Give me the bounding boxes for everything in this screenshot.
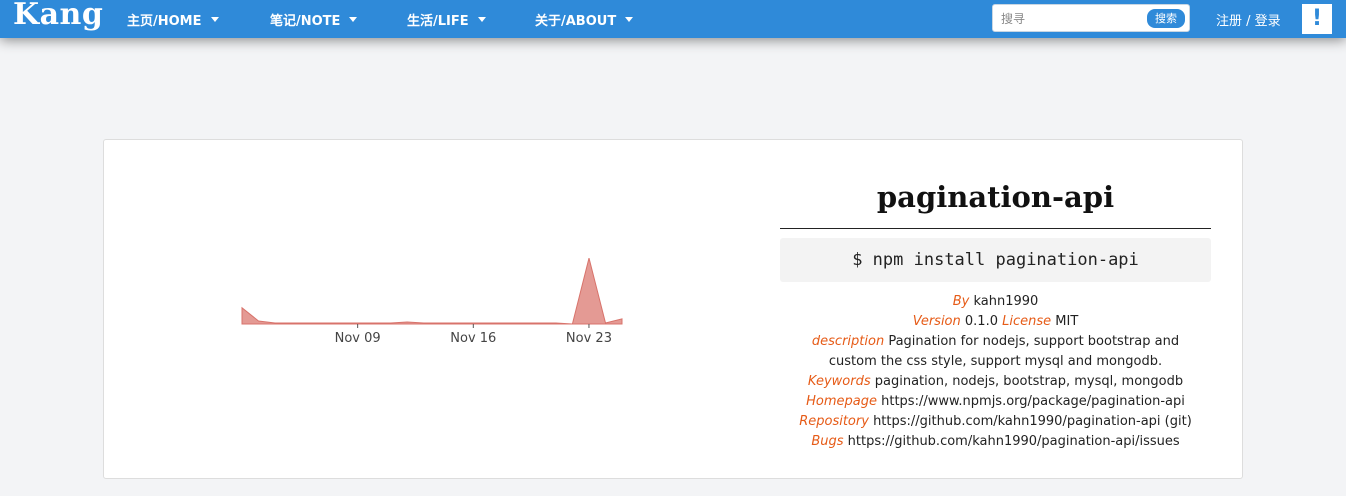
navbar: Kang 主页/HOME 笔记/NOTE 生活/LIFE 关于/ABOUT 搜索… (0, 0, 1346, 38)
chart-area-series (241, 257, 623, 325)
downloads-chart: Nov 09 Nov 16 Nov 23 (241, 257, 623, 346)
meta-version-label: Version (912, 314, 961, 329)
caret-down-icon (625, 17, 634, 22)
chart-area-path (241, 257, 623, 325)
meta-description-label: description (811, 334, 885, 349)
meta-author: By kahn1990 (780, 292, 1211, 312)
meta-version-value: 0.1.0 (964, 314, 998, 329)
caret-down-icon (349, 17, 358, 22)
nav-item-note-label: 笔记/NOTE (270, 14, 341, 29)
meta-bugs-label: Bugs (811, 434, 844, 449)
register-login-link[interactable]: 注册 / 登录 (1216, 10, 1281, 29)
nav-item-about[interactable]: 关于/ABOUT (535, 10, 634, 29)
meta-license-label: License (1002, 314, 1052, 329)
meta-bugs: Bugs https://github.com/kahn1990/paginat… (780, 432, 1211, 452)
caret-down-icon (210, 17, 219, 22)
meta-license-value: MIT (1055, 314, 1079, 329)
search-box: 搜索 (992, 4, 1190, 32)
meta-repository-link[interactable]: https://github.com/kahn1990/pagination-a… (873, 414, 1192, 429)
meta-keywords-label: Keywords (807, 374, 871, 389)
search-input[interactable] (999, 9, 1143, 29)
meta-homepage-link[interactable]: https://www.npmjs.org/package/pagination… (881, 394, 1185, 409)
nav-item-life[interactable]: 生活/LIFE (407, 10, 486, 29)
brand-logo[interactable]: Kang (13, 0, 103, 32)
meta-homepage-label: Homepage (806, 394, 877, 409)
nav-item-home[interactable]: 主页/HOME (127, 10, 219, 29)
meta-author-label: By (952, 294, 970, 309)
install-command[interactable]: $ npm install pagination-api (780, 238, 1211, 282)
meta-author-value: kahn1990 (973, 294, 1039, 309)
exclamation-icon[interactable]: ! (1302, 4, 1332, 34)
chart-tick-label: Nov 09 (335, 331, 381, 346)
caret-down-icon (477, 17, 486, 22)
meta-keywords: Keywords pagination, nodejs, bootstrap, … (780, 372, 1211, 392)
meta-bugs-link[interactable]: https://github.com/kahn1990/pagination-a… (848, 434, 1180, 449)
meta-homepage: Homepage https://www.npmjs.org/package/p… (780, 392, 1211, 412)
title-divider (780, 228, 1211, 229)
meta-description: description Pagination for nodejs, suppo… (780, 332, 1211, 372)
meta-repository: Repository https://github.com/kahn1990/p… (780, 412, 1211, 432)
nav-item-note[interactable]: 笔记/NOTE (270, 10, 358, 29)
meta-repository-label: Repository (799, 414, 869, 429)
nav-item-home-label: 主页/HOME (127, 14, 202, 29)
meta-keywords-value: pagination, nodejs, bootstrap, mysql, mo… (874, 374, 1184, 389)
meta-version-license: Version 0.1.0 License MIT (780, 312, 1211, 332)
nav-item-life-label: 生活/LIFE (407, 14, 469, 29)
nav-item-about-label: 关于/ABOUT (535, 14, 617, 29)
package-title: pagination-api (876, 180, 1115, 214)
chart-x-axis: Nov 09 Nov 16 Nov 23 (335, 324, 612, 346)
search-button[interactable]: 搜索 (1147, 9, 1185, 28)
chart-tick-label: Nov 16 (450, 331, 496, 346)
chart-tick-label: Nov 23 (566, 331, 612, 346)
package-meta: By kahn1990 Version 0.1.0 License MIT de… (780, 292, 1211, 452)
